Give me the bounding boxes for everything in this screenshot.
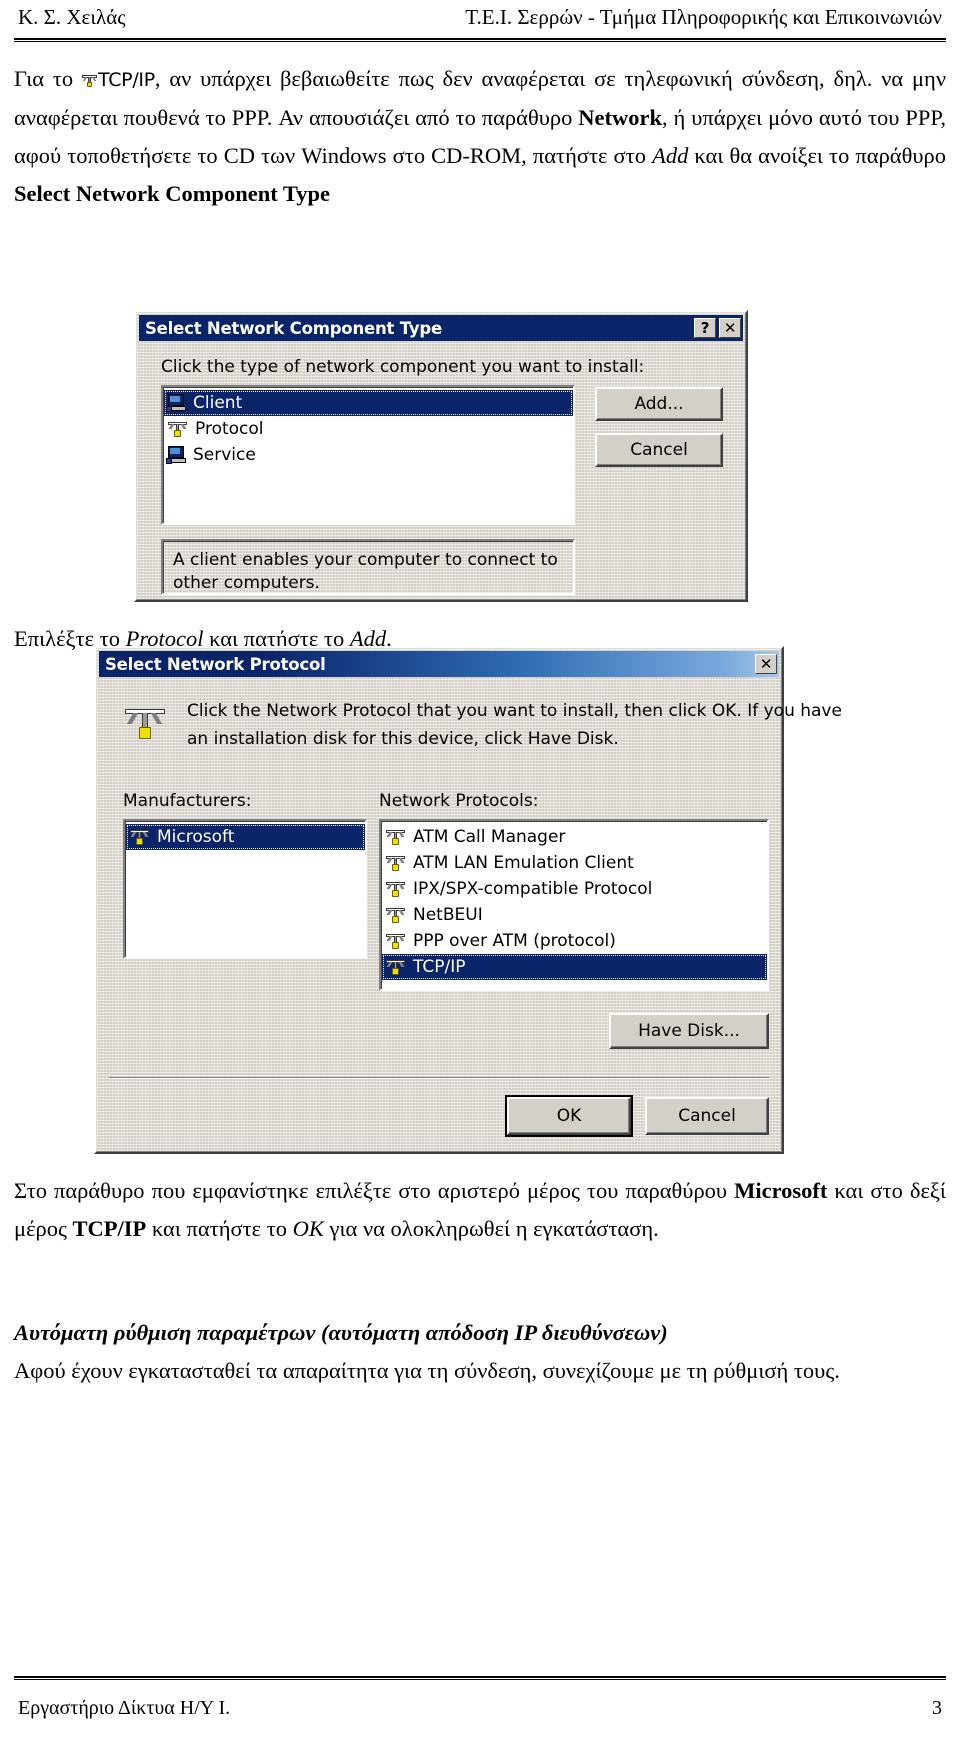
list-item-label: Microsoft xyxy=(157,827,235,847)
cancel-button[interactable]: Cancel xyxy=(595,433,723,467)
manufacturers-label-text: Manufacturers: xyxy=(123,791,252,811)
document-body: Για το TCP/IP, αν υπάρχει βεβαιωθείτε πω… xyxy=(14,60,946,1383)
network-protocols-list: ATM Call Manager ATM LAN Emulation Clien… xyxy=(381,821,767,989)
list-item-label: Client xyxy=(193,393,243,413)
help-button[interactable]: ? xyxy=(694,318,716,338)
component-description-text: A client enables your computer to connec… xyxy=(163,541,573,593)
dialog2-prompt-line-2: an installation disk for this device, cl… xyxy=(187,729,619,749)
manufacturers-listbox[interactable]: Microsoft xyxy=(123,819,367,959)
protocol-icon xyxy=(129,827,151,847)
protocol-icon xyxy=(385,931,407,951)
para3-seg-e: και πατήστε το xyxy=(146,1216,293,1241)
network-protocols-label-text: Network Protocols: xyxy=(379,791,539,811)
select-network-component-type-dialog[interactable]: Select Network Component Type ? ✕ Click … xyxy=(134,310,748,602)
list-item-label: ATM Call Manager xyxy=(413,827,566,847)
cancel-button-label: Cancel xyxy=(678,1106,736,1126)
close-button[interactable]: ✕ xyxy=(755,654,777,674)
component-type-list: Client Protocol Service xyxy=(163,387,573,523)
manufacturers-label: Manufacturers: xyxy=(123,791,251,811)
list-item-label: PPP over ATM (protocol) xyxy=(413,931,616,951)
document-page: Κ. Σ. Χειλάς Τ.Ε.Ι. Σερρών - Τμήμα Πληρο… xyxy=(0,0,960,1742)
dialog2-titlebar[interactable]: Select Network Protocol ✕ xyxy=(99,651,779,677)
dialog2-titlebar-buttons: ✕ xyxy=(755,654,777,674)
para1-network-bold: Network xyxy=(578,105,662,130)
protocol-icon xyxy=(385,827,407,847)
cancel-button[interactable]: Cancel xyxy=(645,1097,769,1135)
protocol-icon xyxy=(385,957,407,977)
add-button[interactable]: Add... xyxy=(595,387,723,421)
list-item-label: ATM LAN Emulation Client xyxy=(413,853,634,873)
have-disk-button[interactable]: Have Disk... xyxy=(609,1013,769,1049)
paragraph-1: Για το TCP/IP, αν υπάρχει βεβαιωθείτε πω… xyxy=(14,60,946,213)
ok-button-label: OK xyxy=(556,1106,582,1126)
footer-divider xyxy=(14,1676,946,1680)
para3-microsoft-bold: Microsoft xyxy=(734,1178,828,1203)
dialog1-body: Click the type of network component you … xyxy=(139,343,743,596)
list-item[interactable]: Protocol xyxy=(164,416,573,442)
tcpip-protocol-icon xyxy=(82,73,98,89)
list-item-label: Protocol xyxy=(195,419,264,439)
list-item[interactable]: TCP/IP xyxy=(382,954,767,980)
dialog1-prompt: Click the type of network component you … xyxy=(161,357,645,377)
running-header: Κ. Σ. Χειλάς Τ.Ε.Ι. Σερρών - Τμήμα Πληρο… xyxy=(18,5,942,29)
list-item[interactable]: IPX/SPX-compatible Protocol xyxy=(382,876,767,902)
have-disk-button-label: Have Disk... xyxy=(638,1021,740,1041)
header-institution: Τ.Ε.Ι. Σερρών - Τμήμα Πληροφορικής και Ε… xyxy=(465,5,942,29)
list-item[interactable]: Microsoft xyxy=(126,824,365,850)
network-protocols-listbox[interactable]: ATM Call Manager ATM LAN Emulation Clien… xyxy=(379,819,769,991)
dialog2-body: Click the Network Protocol that you want… xyxy=(99,679,842,1148)
list-item-label: IPX/SPX-compatible Protocol xyxy=(413,879,653,899)
para1-seg-a: Για το xyxy=(14,66,83,91)
computer-icon xyxy=(166,394,187,412)
protocol-icon xyxy=(385,853,407,873)
footer-lab-name: Εργαστήριο Δίκτυα Η/Υ Ι. xyxy=(18,1697,231,1719)
manufacturers-list: Microsoft xyxy=(125,821,365,957)
para1-seg-f: και θα ανοίξει το παράθυρο xyxy=(688,143,946,168)
dialog2-separator xyxy=(109,1077,769,1079)
page-number: 3 xyxy=(932,1697,942,1719)
select-network-protocol-dialog[interactable]: Select Network Protocol ✕ Click the Netw… xyxy=(94,646,842,1154)
list-item[interactable]: NetBEUI xyxy=(382,902,767,928)
protocol-icon xyxy=(123,703,167,743)
list-item-label: NetBEUI xyxy=(413,905,483,925)
protocol-icon xyxy=(385,879,407,899)
list-item[interactable]: PPP over ATM (protocol) xyxy=(382,928,767,954)
cancel-button-label: Cancel xyxy=(630,440,688,460)
protocol-icon xyxy=(385,905,407,925)
para3-seg-g: για να ολοκληρωθεί η εγκατάσταση. xyxy=(323,1216,659,1241)
close-button[interactable]: ✕ xyxy=(719,318,741,338)
list-item[interactable]: Client xyxy=(164,390,573,416)
component-description-box: A client enables your computer to connec… xyxy=(161,539,575,595)
component-type-listbox[interactable]: Client Protocol Service xyxy=(161,385,575,525)
para3-tcpip-bold: TCP/IP xyxy=(72,1216,147,1241)
paragraph-4: Αφού έχουν εγκατασταθεί τα απαραίτητα γι… xyxy=(14,1358,840,1383)
dialog2-title: Select Network Protocol xyxy=(105,654,326,674)
header-divider xyxy=(14,38,946,42)
ok-button[interactable]: OK xyxy=(507,1097,631,1135)
running-footer: Εργαστήριο Δίκτυα Η/Υ Ι. 3 xyxy=(18,1697,942,1720)
header-author: Κ. Σ. Χειλάς xyxy=(18,5,126,29)
dialog2-prompt-line-1: Click the Network Protocol that you want… xyxy=(187,701,842,721)
list-item-label: TCP/IP xyxy=(413,957,466,977)
network-protocols-label: Network Protocols: xyxy=(379,791,538,811)
dialog1-title: Select Network Component Type xyxy=(145,318,443,338)
add-button-label: Add... xyxy=(634,394,684,414)
section-heading: Αυτόματη ρύθμιση παραμέτρων (αυτόματη απ… xyxy=(14,1320,668,1345)
list-item-label: Service xyxy=(193,445,256,465)
para1-dialog-name-bold: Select Network Component Type xyxy=(14,181,331,206)
para1-add-italic: Add xyxy=(652,143,689,168)
computer-icon xyxy=(166,446,187,464)
para1-icon-label: TCP/IP xyxy=(98,69,155,91)
list-item[interactable]: ATM LAN Emulation Client xyxy=(382,850,767,876)
list-item[interactable]: Service xyxy=(164,442,573,468)
list-item[interactable]: ATM Call Manager xyxy=(382,824,767,850)
para3-ok-italic: OK xyxy=(292,1216,324,1241)
para3-seg-a: Στο παράθυρο που εμφανίστηκε επιλέξτε στ… xyxy=(14,1178,735,1203)
protocol-icon xyxy=(167,419,189,439)
dialog1-titlebar-buttons: ? ✕ xyxy=(694,318,741,338)
dialog1-titlebar[interactable]: Select Network Component Type ? ✕ xyxy=(139,315,743,341)
paragraph-3: Στο παράθυρο που εμφανίστηκε επιλέξτε στ… xyxy=(14,1172,946,1248)
